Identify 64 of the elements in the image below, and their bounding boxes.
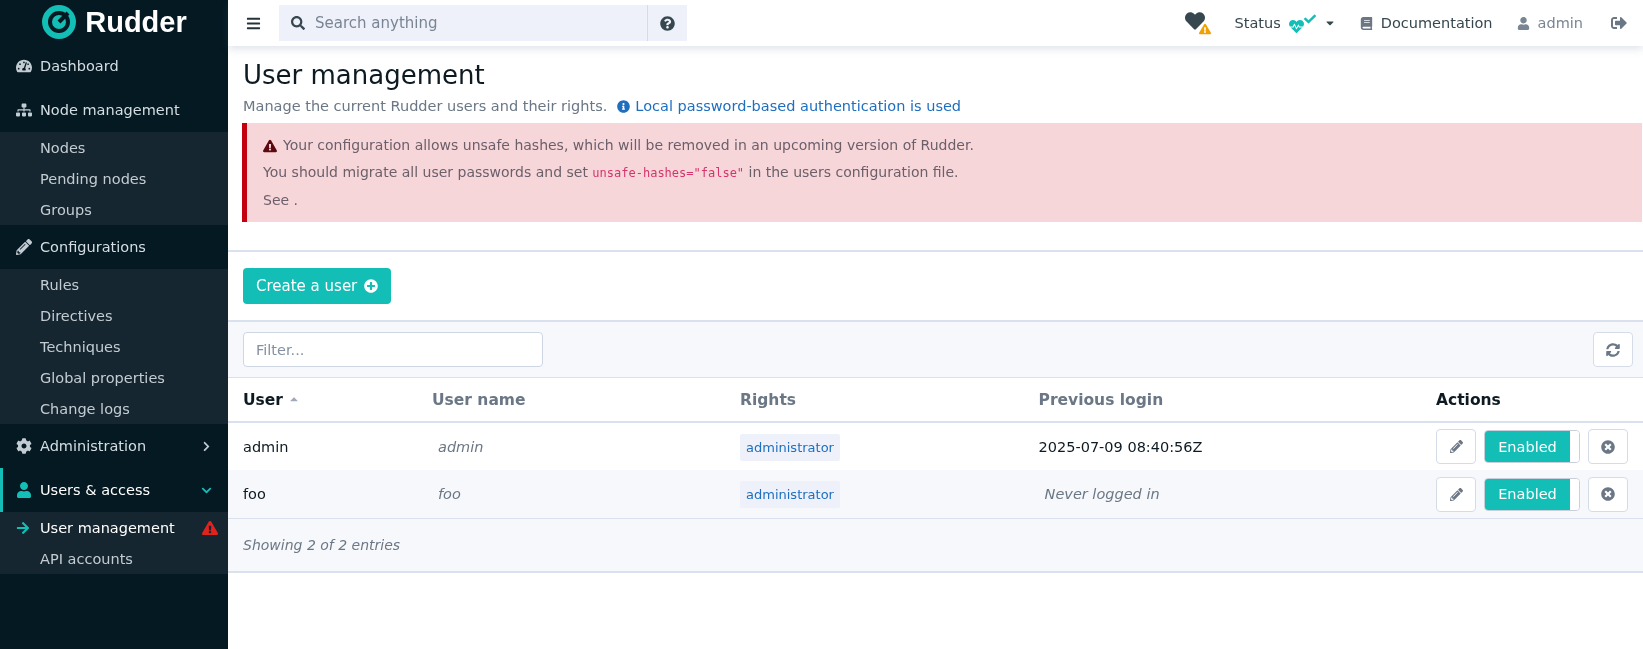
sidebar-item[interactable]: Pending nodes xyxy=(0,163,228,194)
table-cell: foo xyxy=(417,470,725,518)
alert-text: You should migrate all user passwords and set unsafe-hashes="false" in the users configuration file. xyxy=(263,163,960,182)
search-icon xyxy=(291,16,305,30)
info-icon xyxy=(617,99,631,113)
refresh-button[interactable] xyxy=(1593,332,1633,367)
page-subtitle: Manage the current Rudder users and their rights. xyxy=(243,98,608,114)
auth-info-link[interactable]: Local password-based authentication is used xyxy=(617,98,962,114)
sidebar-section[interactable]: Administration xyxy=(0,424,228,468)
close-icon xyxy=(1601,487,1615,501)
edit-button[interactable] xyxy=(1436,429,1476,464)
pencil-icon xyxy=(16,239,32,255)
dashboard-icon xyxy=(16,58,32,74)
brand-name: Rudder xyxy=(85,5,187,39)
rights-tag: administrator xyxy=(740,433,840,461)
edit-button[interactable] xyxy=(1436,476,1476,512)
delete-button[interactable] xyxy=(1588,476,1628,512)
table-cell: admin xyxy=(228,422,417,470)
sidebar-item[interactable]: Change logs xyxy=(0,393,228,424)
sidebar-section[interactable]: Node management xyxy=(0,88,228,132)
sidebar-item[interactable]: API accounts xyxy=(0,543,228,574)
rights-tag: administrator xyxy=(740,481,840,508)
search-field[interactable]: Search anything xyxy=(279,5,687,41)
warning-icon xyxy=(263,138,277,153)
search-input[interactable]: Search anything xyxy=(305,5,647,41)
pencil-icon xyxy=(1449,440,1463,453)
refresh-icon xyxy=(1606,342,1620,357)
sitemap-icon xyxy=(16,102,32,118)
sidebar-item[interactable]: User management xyxy=(0,512,228,543)
sidebar-item[interactable]: Nodes xyxy=(0,132,228,163)
close-icon xyxy=(1601,439,1615,454)
pencil-icon xyxy=(1449,487,1463,501)
status-menu[interactable]: Status xyxy=(1234,8,1336,38)
chevron-right-icon xyxy=(201,440,212,452)
delete-button[interactable] xyxy=(1588,429,1628,464)
page-title: User management xyxy=(243,60,486,90)
table-cell: admin xyxy=(417,422,725,470)
table-cell: Never logged in xyxy=(1023,470,1421,518)
table-cell: 2025-07-09 08:40:56Z xyxy=(1023,422,1421,470)
alert-text: Your configuration allows unsafe hashes, which will be removed in an upcoming version of Rudder. xyxy=(283,136,974,155)
user-icon xyxy=(16,482,32,498)
sidebar-section[interactable]: Dashboard xyxy=(0,44,228,88)
book-icon xyxy=(1359,16,1373,30)
sidebar-item[interactable]: Groups xyxy=(0,194,228,225)
arrow-right-icon xyxy=(16,520,30,535)
user-menu[interactable]: admin xyxy=(1516,15,1583,31)
filter-field[interactable]: Filter... xyxy=(243,332,543,367)
table-footer: Showing 2 of 2 entries xyxy=(228,518,1643,573)
logo-icon xyxy=(41,4,78,40)
logout-icon xyxy=(1611,15,1627,31)
help-icon[interactable] xyxy=(660,15,675,31)
settings-icon xyxy=(16,438,32,454)
sidebar-section[interactable]: Configurations xyxy=(0,225,228,269)
alert-text: See . xyxy=(263,191,299,210)
user-icon xyxy=(1516,16,1530,30)
sidebar-item[interactable]: Rules xyxy=(0,269,228,300)
sidebar-item[interactable]: Techniques xyxy=(0,331,228,362)
sidebar-item[interactable]: Directives xyxy=(0,300,228,331)
plus-icon xyxy=(364,279,379,293)
menu-icon xyxy=(246,15,261,31)
documentation-link[interactable]: Documentation xyxy=(1359,15,1493,31)
health-icon[interactable] xyxy=(1184,11,1211,35)
sidebar-item[interactable]: Global properties xyxy=(0,362,228,393)
table-cell: foo xyxy=(228,470,417,518)
